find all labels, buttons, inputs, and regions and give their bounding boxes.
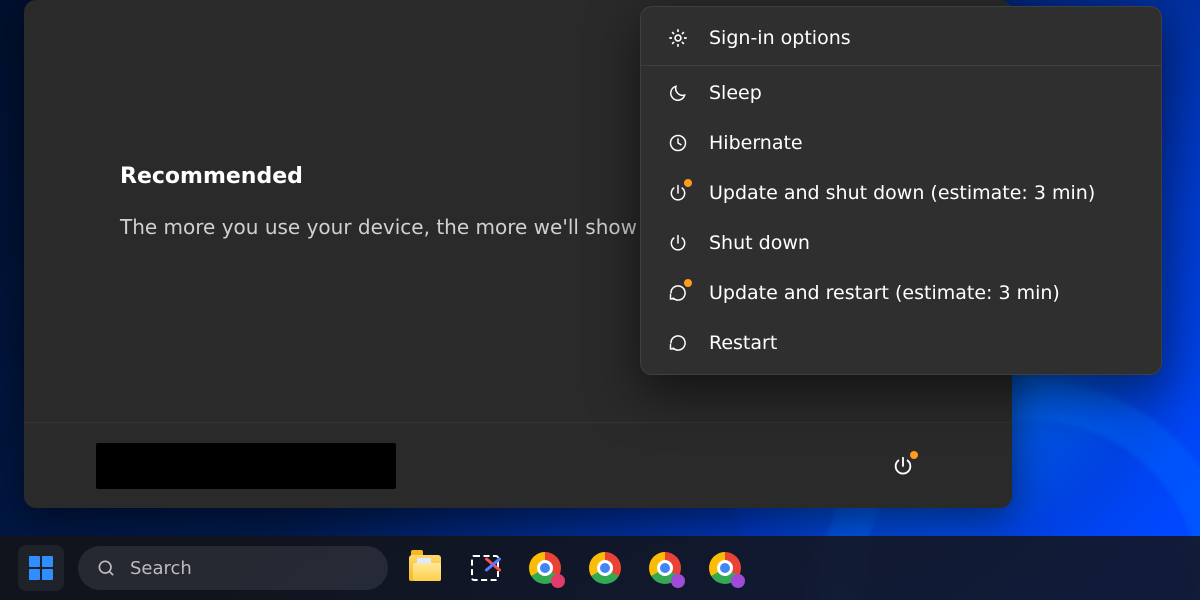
chrome-icon <box>649 552 681 584</box>
menu-item-update-shutdown[interactable]: Update and shut down (estimate: 3 min) <box>641 168 1161 218</box>
power-menu: Sign-in options Sleep Hibernate Update a… <box>640 6 1162 375</box>
gear-icon <box>667 27 689 49</box>
menu-item-restart[interactable]: Restart <box>641 318 1161 368</box>
file-explorer-icon <box>409 555 441 581</box>
menu-item-label: Shut down <box>709 232 810 254</box>
search-placeholder: Search <box>130 558 192 579</box>
menu-item-hibernate[interactable]: Hibernate <box>641 118 1161 168</box>
menu-item-label: Update and restart (estimate: 3 min) <box>709 282 1060 304</box>
windows-logo-icon <box>29 556 53 580</box>
taskbar-app-chrome-1[interactable] <box>522 545 568 591</box>
start-button[interactable] <box>18 545 64 591</box>
moon-icon <box>667 82 689 104</box>
menu-item-label: Hibernate <box>709 132 803 154</box>
user-account-button[interactable] <box>96 443 396 489</box>
profile-badge-icon <box>551 574 565 588</box>
power-button[interactable] <box>884 447 922 485</box>
power-icon <box>667 182 689 204</box>
taskbar-app-chrome-4[interactable] <box>702 545 748 591</box>
menu-item-signin-options[interactable]: Sign-in options <box>641 13 1161 63</box>
taskbar-app-chrome-2[interactable] <box>582 545 628 591</box>
profile-badge-icon <box>731 574 745 588</box>
menu-separator <box>641 65 1161 66</box>
chrome-icon <box>709 552 741 584</box>
taskbar-app-file-explorer[interactable] <box>402 545 448 591</box>
taskbar: Search <box>0 536 1200 600</box>
menu-item-shutdown[interactable]: Shut down <box>641 218 1161 268</box>
clock-icon <box>667 132 689 154</box>
taskbar-search[interactable]: Search <box>78 546 388 590</box>
menu-item-sleep[interactable]: Sleep <box>641 68 1161 118</box>
restart-icon <box>667 282 689 304</box>
power-icon <box>667 232 689 254</box>
profile-badge-icon <box>671 574 685 588</box>
menu-item-update-restart[interactable]: Update and restart (estimate: 3 min) <box>641 268 1161 318</box>
update-badge-dot <box>684 179 692 187</box>
search-icon <box>96 558 116 578</box>
menu-item-label: Update and shut down (estimate: 3 min) <box>709 182 1095 204</box>
start-menu-footer <box>24 422 1012 508</box>
update-badge-dot <box>910 451 918 459</box>
taskbar-app-chrome-3[interactable] <box>642 545 688 591</box>
taskbar-app-snipping-tool[interactable] <box>462 545 508 591</box>
menu-item-label: Sleep <box>709 82 762 104</box>
chrome-icon <box>589 552 621 584</box>
snipping-tool-icon <box>469 553 501 583</box>
menu-item-label: Sign-in options <box>709 27 851 49</box>
menu-item-label: Restart <box>709 332 777 354</box>
restart-icon <box>667 332 689 354</box>
update-badge-dot <box>684 279 692 287</box>
chrome-icon <box>529 552 561 584</box>
